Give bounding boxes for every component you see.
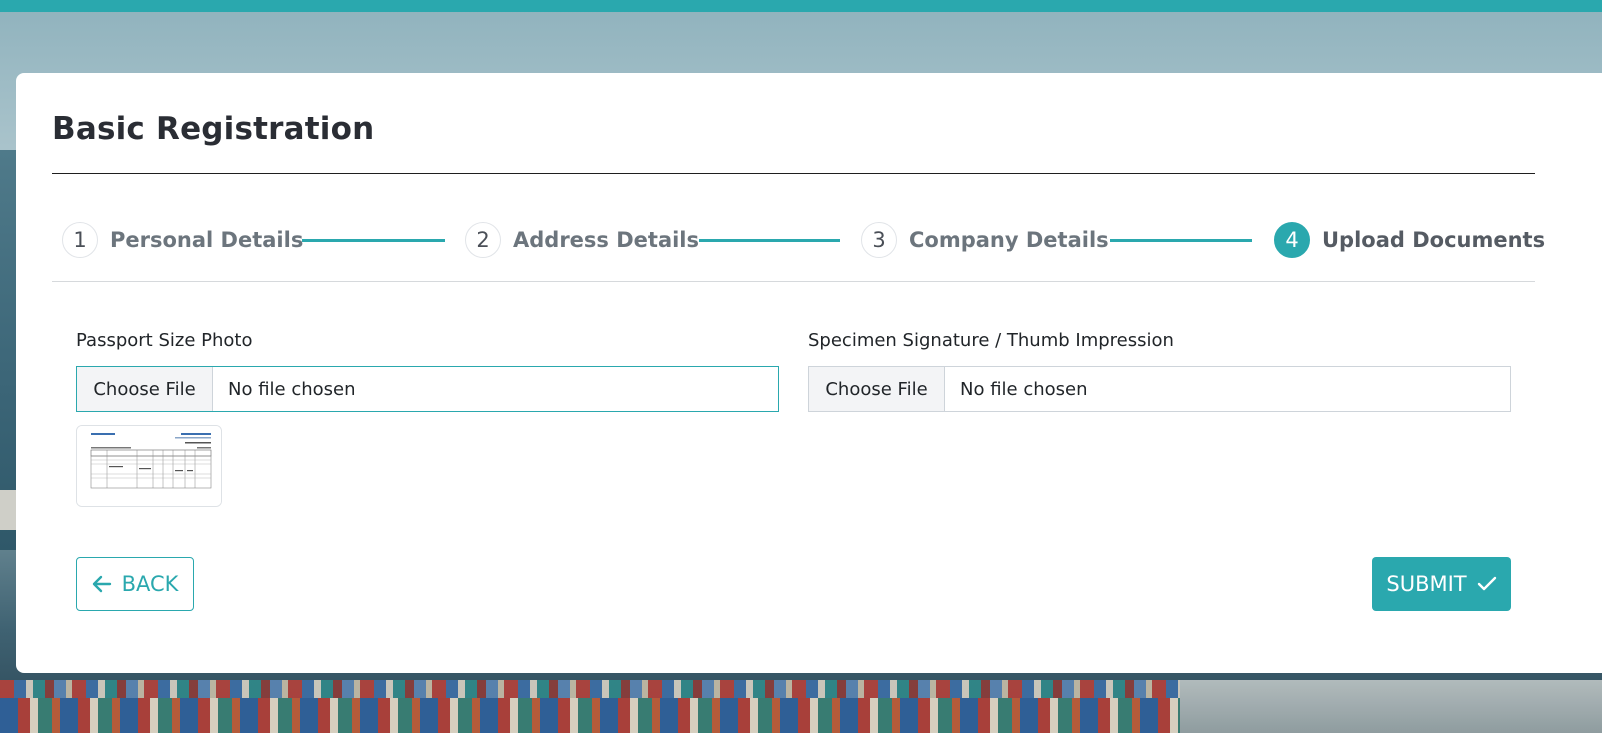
signature-input[interactable]: Choose File No file chosen (808, 366, 1511, 412)
choose-file-button[interactable]: Choose File (77, 367, 213, 411)
step-label: Personal Details (110, 228, 304, 252)
stepper-divider (52, 281, 1535, 282)
back-button-label: BACK (121, 572, 179, 596)
submit-button[interactable]: SUBMIT (1372, 557, 1511, 611)
step-number: 4 (1274, 222, 1310, 258)
document-preview-image (77, 426, 221, 506)
stepper: 1 Personal Details 2 Address Details 3 C… (52, 221, 1545, 261)
step-address-details[interactable]: 2 Address Details (465, 221, 699, 259)
step-number: 1 (62, 222, 98, 258)
step-personal-details[interactable]: 1 Personal Details (62, 221, 303, 259)
choose-file-button[interactable]: Choose File (809, 367, 945, 411)
step-connector (302, 239, 445, 242)
step-number: 3 (861, 222, 897, 258)
step-label: Company Details (909, 228, 1109, 252)
file-status: No file chosen (960, 378, 1088, 400)
step-upload-documents[interactable]: 4 Upload Documents (1274, 221, 1545, 259)
registration-card: Basic Registration 1 Personal Details 2 … (16, 73, 1602, 673)
step-connector (699, 239, 840, 242)
file-status: No file chosen (228, 378, 356, 400)
step-label: Address Details (513, 228, 700, 252)
top-accent-bar (0, 0, 1602, 12)
background-container-row (0, 698, 1180, 733)
photo-preview-thumbnail (76, 425, 222, 507)
passport-photo-label: Passport Size Photo (76, 330, 253, 351)
step-connector (1110, 239, 1252, 242)
arrow-left-icon (92, 575, 111, 593)
passport-photo-input[interactable]: Choose File No file chosen (76, 366, 779, 412)
page-title: Basic Registration (52, 111, 375, 147)
check-icon (1477, 576, 1496, 591)
back-button[interactable]: BACK (76, 557, 194, 611)
step-label: Upload Documents (1322, 228, 1546, 252)
step-company-details[interactable]: 3 Company Details (861, 221, 1109, 259)
background-dock (0, 490, 16, 530)
step-number: 2 (465, 222, 501, 258)
title-divider (52, 173, 1535, 174)
submit-button-label: SUBMIT (1386, 572, 1467, 596)
signature-label: Specimen Signature / Thumb Impression (808, 330, 1174, 351)
